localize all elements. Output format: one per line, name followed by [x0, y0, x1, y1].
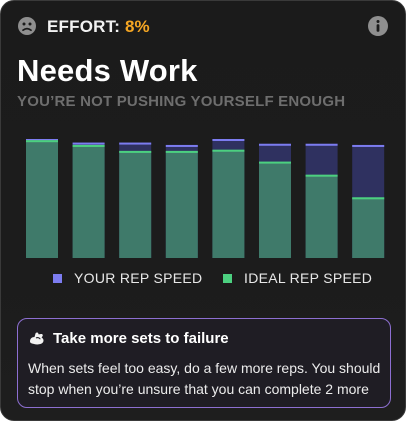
marker-your-rep-speed-6: [259, 143, 291, 146]
tip-title: Take more sets to failure: [53, 330, 229, 347]
bar-ideal-rep-speed-6: [259, 161, 291, 258]
flexed-arm-icon: [30, 332, 44, 345]
tip-card: Take more sets to failure When sets feel…: [17, 318, 391, 408]
marker-your-rep-speed-7: [305, 143, 338, 146]
effort-header: EFFORT: 8%: [17, 15, 389, 39]
bar-ideal-rep-speed-5: [212, 149, 245, 258]
effort-label: EFFORT:: [47, 17, 121, 36]
rep-speed-chart: [26, 139, 385, 258]
marker-your-rep-speed-4: [165, 144, 198, 147]
ideal-rep-speed-swatch: [223, 273, 232, 283]
bar-ideal-rep-speed-3: [119, 150, 152, 258]
page-subtitle: YOU’RE NOT PUSHING YOURSELF ENOUGH: [17, 93, 346, 110]
marker-your-rep-speed-2: [72, 142, 105, 145]
bar-ideal-rep-speed-2: [72, 144, 105, 258]
legend-label-ideal-rep-speed: IDEAL REP SPEED: [244, 270, 373, 286]
tip-body: When sets feel too easy, do a few more r…: [28, 360, 381, 397]
marker-ideal-rep-speed-6: [259, 161, 291, 164]
legend-label-your-rep-speed: YOUR REP SPEED: [74, 270, 203, 286]
marker-ideal-rep-speed-2: [72, 144, 105, 147]
bar-ideal-rep-speed-8: [352, 197, 385, 258]
bar-ideal-rep-speed-7: [305, 174, 338, 258]
your-rep-speed-swatch: [53, 273, 62, 283]
marker-your-rep-speed-8: [352, 144, 385, 147]
chart-legend: YOUR REP SPEED IDEAL REP SPEED: [1, 269, 405, 287]
bar-ideal-rep-speed-4: [165, 150, 198, 258]
marker-ideal-rep-speed-5: [212, 149, 245, 152]
sad-face-icon: [18, 17, 36, 35]
marker-ideal-rep-speed-1: [26, 140, 58, 143]
marker-ideal-rep-speed-4: [165, 150, 198, 153]
bar-ideal-rep-speed-1: [26, 140, 58, 258]
marker-ideal-rep-speed-3: [119, 150, 152, 153]
effort-value: 8%: [125, 17, 150, 36]
legend-your-rep-speed: YOUR REP SPEED: [53, 269, 202, 287]
effort-card: EFFORT: 8% Needs Work YOU’RE NOT PUSHING…: [0, 0, 406, 421]
marker-ideal-rep-speed-8: [352, 197, 385, 200]
marker-your-rep-speed-3: [119, 142, 152, 145]
marker-your-rep-speed-5: [212, 139, 245, 141]
marker-ideal-rep-speed-7: [305, 174, 338, 177]
info-icon[interactable]: [367, 15, 389, 37]
page-title: Needs Work: [17, 53, 198, 88]
legend-ideal-rep-speed: IDEAL REP SPEED: [223, 269, 372, 287]
